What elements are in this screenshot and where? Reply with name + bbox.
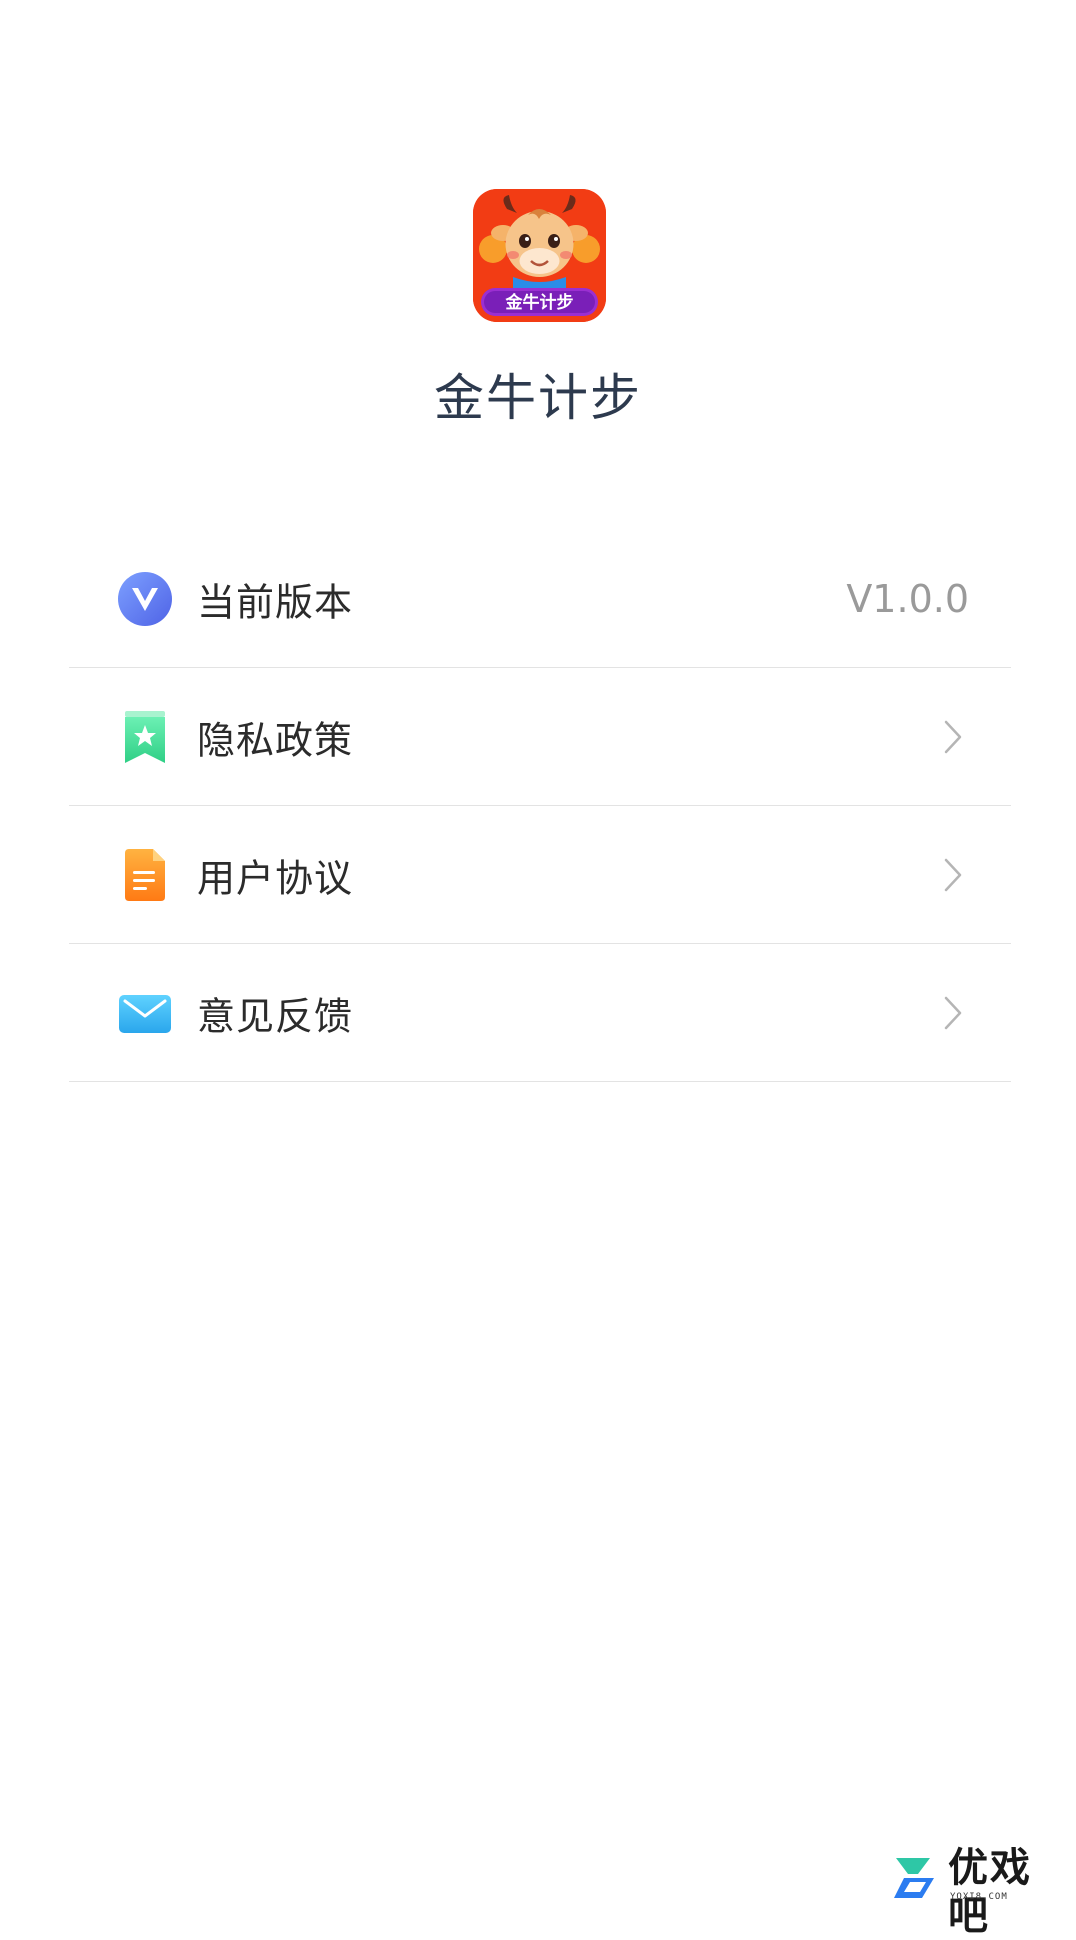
settings-row-label: 隐私政策 — [197, 718, 354, 762]
version-value: V1.0.0 — [846, 576, 969, 621]
app-title: 金牛计步 — [434, 369, 642, 427]
watermark-subtext: YOXI8.COM — [950, 1892, 1008, 1902]
mail-icon — [117, 985, 173, 1041]
chevron-right-icon — [943, 995, 963, 1031]
app-icon-banner: 金牛计步 — [505, 292, 574, 313]
settings-row-label: 当前版本 — [197, 580, 354, 624]
app-header: 金牛计步 金牛计步 — [0, 0, 1076, 470]
watermark-logo-icon — [890, 1852, 942, 1904]
watermark: 优戏吧 YOXI8.COM — [890, 1844, 1068, 1939]
settings-list: 当前版本 V1.0.0 隐私政策 用户协议 意见反馈 — [69, 530, 1011, 1082]
app-logo-icon: 金牛计步 — [473, 189, 606, 322]
settings-row-label: 用户协议 — [197, 856, 354, 900]
settings-row-privacy[interactable]: 隐私政策 — [69, 668, 1011, 806]
version-icon — [117, 571, 173, 627]
privacy-bookmark-icon — [117, 709, 173, 765]
settings-row-version: 当前版本 V1.0.0 — [69, 530, 1011, 668]
chevron-right-icon — [943, 719, 963, 755]
settings-row-agreement[interactable]: 用户协议 — [69, 806, 1011, 944]
settings-row-label: 意见反馈 — [197, 994, 354, 1038]
settings-row-feedback[interactable]: 意见反馈 — [69, 944, 1011, 1082]
document-icon — [117, 847, 173, 903]
chevron-right-icon — [943, 857, 963, 893]
